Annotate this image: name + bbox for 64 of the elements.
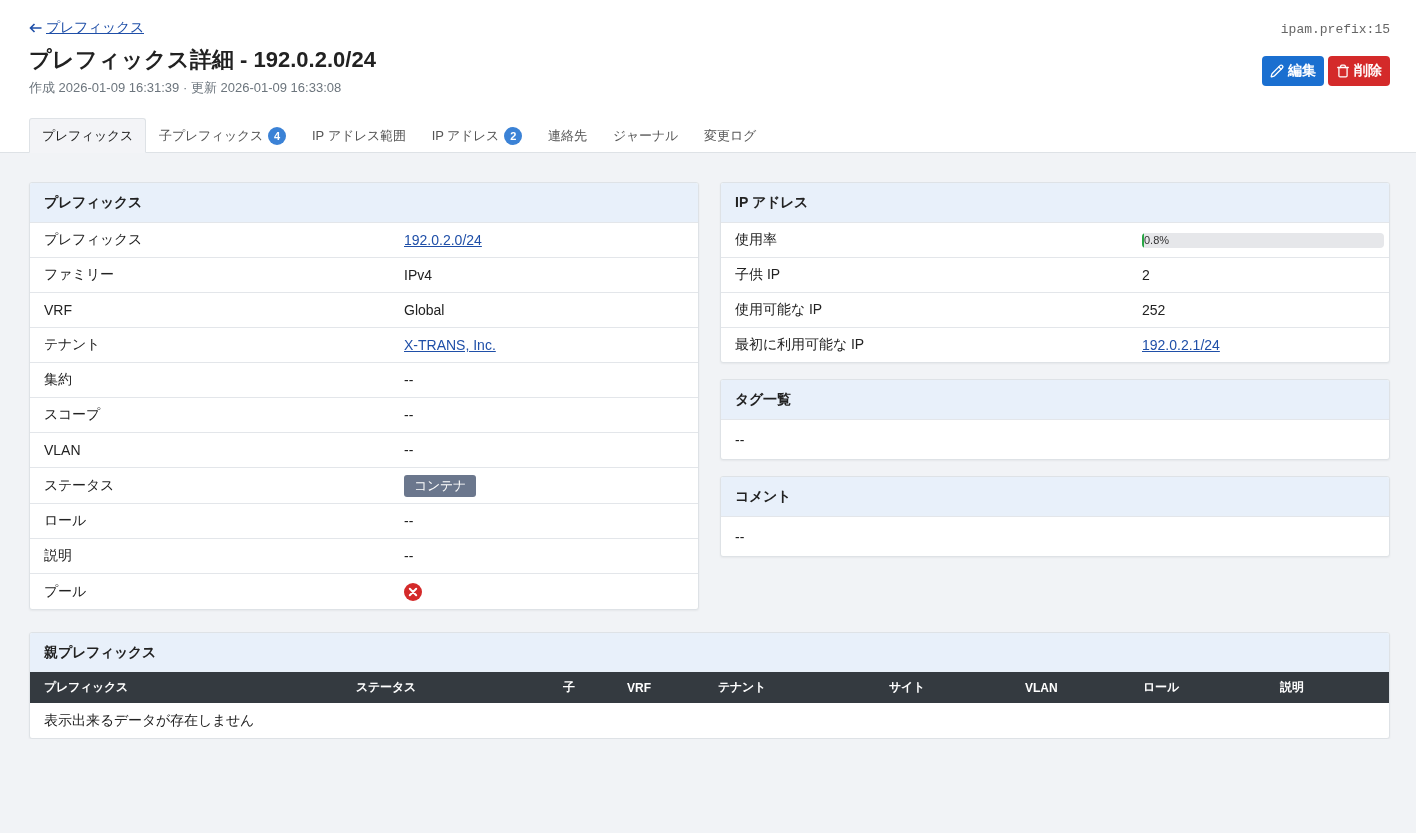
card-title: コメント (721, 477, 1389, 516)
field-label: VLAN (44, 442, 82, 458)
field-label: ファミリー (44, 266, 115, 284)
value-link[interactable]: 192.0.2.1/24 (1142, 337, 1220, 353)
field-label: テナント (44, 336, 101, 354)
column-header: VRF (613, 672, 704, 703)
column-header: テナント (704, 672, 875, 703)
card-title: IP アドレス (721, 183, 1389, 222)
arrow-left-icon (29, 23, 42, 33)
column-header: 説明 (1266, 672, 1389, 703)
field-label: 子供 IP (735, 266, 782, 284)
field-value: Global (404, 302, 446, 318)
tab[interactable]: ジャーナル (600, 118, 692, 153)
field-label: 使用可能な IP (735, 301, 824, 319)
tab[interactable]: 変更ログ (691, 118, 770, 153)
progress-reading: 0.8% (1144, 232, 1170, 248)
column-header: 子 (549, 672, 613, 703)
back-link[interactable]: プレフィックス (29, 18, 144, 38)
field-value: 252 (1142, 302, 1167, 318)
page-title: プレフィックス詳細 - 192.0.2.0/24 (29, 46, 376, 74)
column-header: ステータス (342, 672, 549, 703)
field-value: -- (404, 372, 415, 388)
field-label: 使用率 (735, 231, 778, 249)
tab[interactable]: IP アドレス範囲 (299, 118, 419, 153)
tab[interactable]: プレフィックス (29, 118, 146, 153)
field-label: スコープ (44, 406, 102, 424)
field-value: -- (404, 513, 415, 529)
card-title: タグ一覧 (721, 380, 1389, 419)
card-title: プレフィックス (30, 183, 698, 222)
pencil-icon (1270, 64, 1284, 78)
field-label: ロール (44, 512, 87, 530)
field-label: 説明 (44, 547, 73, 565)
field-value: -- (404, 407, 415, 423)
value-link[interactable]: X-TRANS, Inc. (404, 337, 496, 353)
field-value: -- (404, 548, 415, 564)
field-label: 最初に利用可能な IP (735, 336, 866, 354)
column-header: サイト (875, 672, 1011, 703)
tab[interactable]: 子プレフィックス 4 (146, 118, 299, 153)
count-badge: 2 (504, 126, 523, 145)
field-label: ステータス (44, 476, 115, 495)
count-badge: 4 (268, 126, 286, 145)
tab[interactable]: 連絡先 (535, 118, 601, 153)
status-badge: コンテナ (404, 474, 476, 497)
field-label: プール (44, 582, 87, 601)
tab[interactable]: IP アドレス 2 (418, 118, 536, 153)
object-id: ipam.prefix:15 (1280, 21, 1390, 39)
field-value: -- (735, 528, 745, 545)
field-value: IPv4 (404, 267, 433, 283)
field-label: プレフィックス (44, 231, 143, 249)
trash-icon (1336, 64, 1350, 78)
field-value: -- (404, 442, 415, 458)
column-header: VLAN (1011, 672, 1129, 703)
card-title: 親プレフィックス (30, 633, 1389, 672)
column-header: プレフィックス (30, 672, 342, 703)
column-header: ロール (1129, 672, 1266, 703)
field-label: 集約 (44, 371, 73, 389)
delete-button[interactable]: 削除 (1328, 56, 1390, 86)
timestamps: 作成 2026-01-09 16:31:39 · 更新 2026-01-09 16:33:08 (29, 79, 342, 97)
value-link[interactable]: 192.0.2.0/24 (404, 232, 482, 248)
field-label: VRF (44, 302, 73, 318)
field-value: 2 (1142, 267, 1151, 283)
field-value: -- (735, 431, 745, 448)
empty-message: 表示出来るデータが存在しません (30, 703, 1389, 738)
edit-button[interactable]: 編集 (1262, 56, 1324, 86)
